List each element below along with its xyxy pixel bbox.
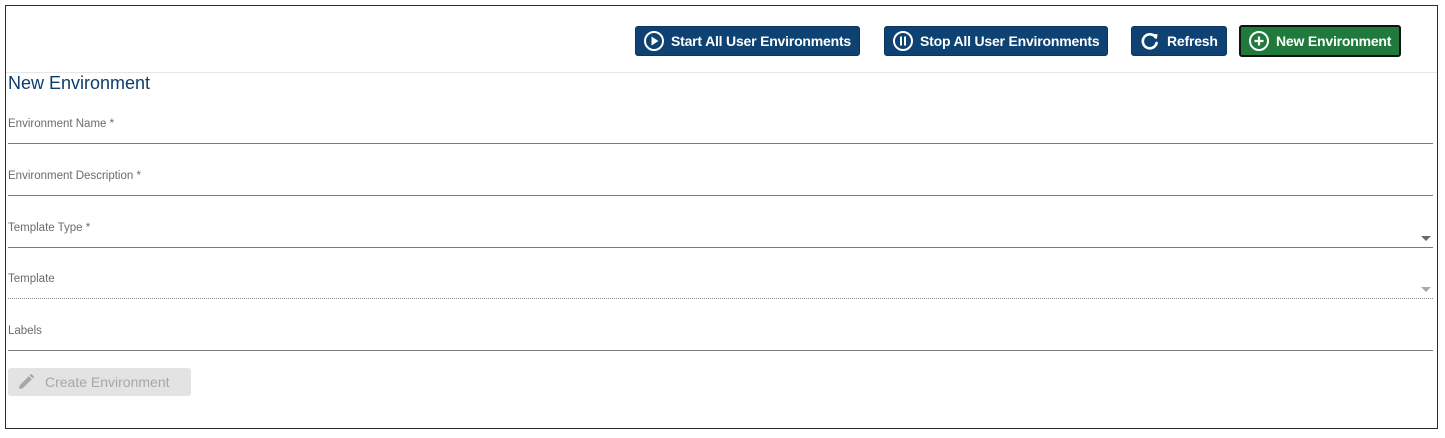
template-label: Template <box>8 273 55 285</box>
create-environment-button[interactable]: Create Environment <box>8 368 191 396</box>
template-type-label: Template Type * <box>8 222 91 234</box>
template-select[interactable]: Template <box>8 268 1433 299</box>
chevron-down-icon <box>1421 287 1431 292</box>
chevron-down-icon <box>1421 236 1431 241</box>
stop-all-environments-label: Stop All User Environments <box>920 33 1100 49</box>
start-all-environments-button[interactable]: Start All User Environments <box>635 26 861 56</box>
environment-name-label: Environment Name * <box>8 118 115 130</box>
new-environment-button[interactable]: New Environment <box>1239 25 1402 57</box>
environment-description-field[interactable]: Environment Description * <box>8 165 1433 196</box>
start-all-environments-label: Start All User Environments <box>671 33 852 49</box>
toolbar: Start All User Environments Stop All Use… <box>6 6 1437 73</box>
plus-circle-icon <box>1248 30 1270 52</box>
stop-all-environments-button[interactable]: Stop All User Environments <box>884 26 1109 56</box>
environment-description-label: Environment Description * <box>8 170 141 182</box>
pencil-icon <box>16 372 36 392</box>
create-environment-label: Create Environment <box>45 374 170 390</box>
template-type-select[interactable]: Template Type * <box>8 217 1433 248</box>
new-environment-label: New Environment <box>1276 33 1392 49</box>
refresh-label: Refresh <box>1167 33 1218 49</box>
refresh-icon <box>1139 30 1161 52</box>
pause-circle-icon <box>892 30 914 52</box>
environment-name-field[interactable]: Environment Name * <box>8 113 1433 144</box>
app-frame: Start All User Environments Stop All Use… <box>5 5 1438 429</box>
refresh-button[interactable]: Refresh <box>1131 26 1227 56</box>
play-circle-icon <box>643 30 665 52</box>
page-title: New Environment <box>8 73 151 93</box>
labels-label: Labels <box>8 325 42 337</box>
labels-field[interactable]: Labels <box>8 320 1433 351</box>
